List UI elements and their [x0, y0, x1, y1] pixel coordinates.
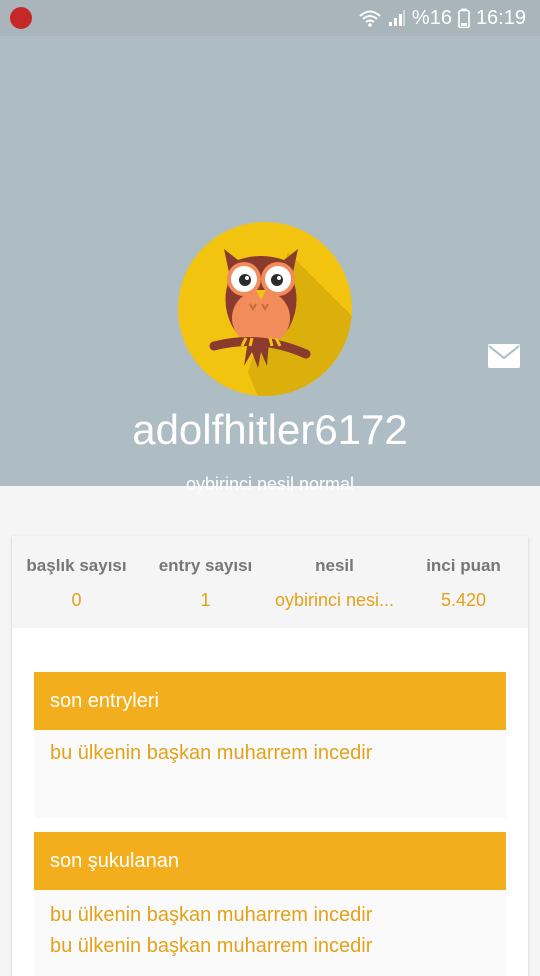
recent-likes-header[interactable]: son şukulanan	[34, 832, 506, 890]
stat-value: 5.420	[440, 590, 487, 610]
status-bar: %16 16:19	[0, 0, 540, 36]
status-time: 16:19	[475, 6, 526, 29]
stat-value: 0	[71, 590, 82, 610]
stat-label: inci puan	[426, 556, 501, 575]
recent-entries-header[interactable]: son entryleri	[34, 672, 506, 730]
stat-points: inci puan 5.420	[399, 536, 528, 628]
stat-generation: nesil oybirinci nesi...	[270, 536, 399, 628]
entry-link[interactable]: bu ülkenin başkan muharrem incedir	[34, 900, 506, 931]
stats-row: başlık sayısı 0 entry sayısı 1 nesil oyb…	[12, 536, 528, 628]
profile-generation: oybirinci nesil normal	[185, 474, 355, 494]
stat-label: nesil	[315, 556, 354, 575]
status-icons: %16 16:19	[358, 6, 526, 30]
owl-avatar-icon[interactable]	[178, 222, 352, 396]
stat-label: entry sayısı	[158, 556, 253, 575]
battery-percent: %16	[411, 6, 452, 29]
stat-value: 1	[200, 590, 211, 610]
stat-topic-count: başlık sayısı 0	[12, 536, 141, 628]
profile-username: adolfhitler6172	[132, 406, 408, 453]
stat-entry-count: entry sayısı 1	[141, 536, 270, 628]
mail-icon[interactable]	[488, 344, 520, 368]
battery-icon	[458, 8, 470, 28]
entry-link[interactable]: bu ülkenin başkan muharrem incedir	[34, 738, 506, 769]
profile-header: adolfhitler6172 oybirinci nesil normal	[0, 36, 540, 494]
stat-value: oybirinci nesi...	[274, 590, 395, 610]
recent-likes-section: son şukulanan bu ülkenin başkan muharrem…	[34, 832, 506, 976]
signal-icon	[388, 10, 405, 26]
stat-label: başlık sayısı	[26, 556, 127, 575]
profile-card: başlık sayısı 0 entry sayısı 1 nesil oyb…	[12, 536, 528, 976]
recent-entries-section: son entryleri bu ülkenin başkan muharrem…	[34, 672, 506, 818]
app-icon	[10, 7, 32, 29]
entry-link[interactable]: bu ülkenin başkan muharrem incedir	[34, 931, 506, 962]
wifi-icon	[359, 10, 381, 27]
